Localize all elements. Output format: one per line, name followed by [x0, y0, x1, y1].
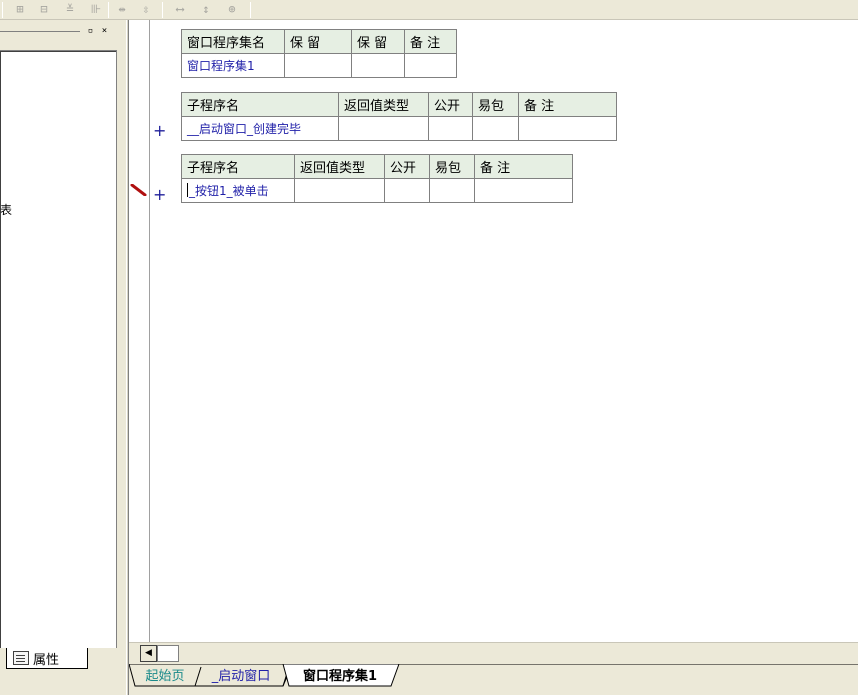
same-width-icon[interactable]: ⟷	[172, 2, 188, 17]
align-left-icon[interactable]: ⊞	[12, 2, 28, 17]
table-row: _按钮1_被单击	[181, 178, 573, 203]
left-panel: ▫ × 表	[0, 20, 126, 668]
left-panel-partial-text: 表	[0, 203, 13, 217]
table-cell[interactable]	[338, 116, 429, 141]
assembly-table: 窗口程序集名 保 留 保 留 备 注 窗口程序集1	[181, 29, 457, 78]
left-panel-tabs: 属性	[0, 648, 126, 695]
layout-toolbar: ⊞ ⊟ ≚ ⊪ ⇹ ⇳ ⟷ ↕ ⊕	[0, 0, 858, 20]
table-cell[interactable]	[428, 116, 473, 141]
header-cell: 易包	[429, 154, 475, 179]
align-right-icon[interactable]: ≚	[62, 2, 78, 17]
align-center-icon[interactable]: ⊟	[36, 2, 52, 17]
header-cell: 返回值类型	[294, 154, 385, 179]
text-caret	[187, 183, 188, 197]
same-size-icon[interactable]: ⊕	[224, 2, 240, 17]
subroutine-table-1: 子程序名 返回值类型 公开 易包 备 注 __启动窗口_创建完毕	[181, 92, 617, 141]
table-row: __启动窗口_创建完毕	[181, 116, 617, 141]
left-panel-header: ▫ ×	[0, 26, 117, 38]
table-cell[interactable]	[351, 53, 405, 78]
table-cell[interactable]	[284, 53, 352, 78]
tab-window-assembly[interactable]: 窗口程序集1	[291, 667, 389, 687]
scroll-track[interactable]	[157, 645, 179, 662]
header-cell: 保 留	[351, 29, 405, 54]
table-cell[interactable]	[384, 178, 430, 203]
header-cell: 返回值类型	[338, 92, 429, 117]
table-cell[interactable]	[404, 53, 457, 78]
close-icon[interactable]: ×	[99, 26, 110, 37]
tab-properties[interactable]: 属性	[6, 648, 88, 669]
table-cell[interactable]	[472, 116, 519, 141]
header-cell: 备 注	[474, 154, 573, 179]
header-cell: 窗口程序集名	[181, 29, 285, 54]
header-cell: 易包	[472, 92, 519, 117]
horizontal-scrollbar[interactable]: ◀	[129, 642, 858, 664]
left-panel-content[interactable]: 表	[0, 50, 117, 655]
expand-icon[interactable]: +	[153, 123, 166, 139]
header-cell: 备 注	[404, 29, 457, 54]
toolbar-separator	[162, 2, 163, 18]
table-cell[interactable]	[429, 178, 475, 203]
subroutine-name-cell[interactable]: _按钮1_被单击	[181, 178, 295, 203]
table-header-row: 子程序名 返回值类型 公开 易包 备 注	[181, 92, 617, 117]
expand-icon[interactable]: +	[153, 187, 166, 203]
toolbar-separator	[2, 2, 3, 18]
header-cell: 子程序名	[181, 154, 295, 179]
scroll-left-icon[interactable]: ◀	[140, 645, 157, 662]
subroutine-name-cell[interactable]: __启动窗口_创建完毕	[181, 116, 339, 141]
subroutine-table-2: 子程序名 返回值类型 公开 易包 备 注 _按钮1_被单击	[181, 154, 573, 203]
table-header-row: 窗口程序集名 保 留 保 留 备 注	[181, 29, 457, 54]
header-cell: 公开	[428, 92, 473, 117]
table-cell[interactable]	[474, 178, 573, 203]
table-row: 窗口程序集1	[181, 53, 457, 78]
ide-window: ⊞ ⊟ ≚ ⊪ ⇹ ⇳ ⟷ ↕ ⊕ ▫ × 表 属性 窗口程序集名 保 留 保 …	[0, 0, 858, 695]
header-cell: 子程序名	[181, 92, 339, 117]
subroutine-name-text: _按钮1_被单击	[189, 184, 269, 198]
tab-start-page[interactable]: 起始页	[139, 667, 191, 687]
pencil-icon	[130, 184, 147, 196]
properties-icon	[13, 651, 29, 665]
space-horizontal-icon[interactable]: ⇹	[114, 2, 130, 17]
tab-properties-label: 属性	[33, 652, 60, 668]
assembly-name-cell[interactable]: 窗口程序集1	[181, 53, 285, 78]
align-grid-icon[interactable]: ⊪	[88, 2, 104, 17]
document-tabs: 起始页 _启动窗口 窗口程序集1	[129, 664, 858, 695]
editor-gutter	[129, 20, 150, 642]
space-vertical-icon[interactable]: ⇳	[138, 2, 154, 17]
table-header-row: 子程序名 返回值类型 公开 易包 备 注	[181, 154, 573, 179]
header-cell: 公开	[384, 154, 430, 179]
toolbar-separator	[250, 2, 251, 18]
restore-icon[interactable]: ▫	[85, 26, 96, 37]
code-editor[interactable]: 窗口程序集名 保 留 保 留 备 注 窗口程序集1 子程序名 返回值类型 公开 …	[129, 20, 858, 642]
table-cell[interactable]	[518, 116, 617, 141]
same-height-icon[interactable]: ↕	[198, 2, 214, 17]
toolbar-separator	[108, 2, 109, 18]
header-cell: 保 留	[284, 29, 352, 54]
tab-boot-window[interactable]: _启动窗口	[199, 667, 283, 687]
table-cell[interactable]	[294, 178, 385, 203]
header-cell: 备 注	[518, 92, 617, 117]
